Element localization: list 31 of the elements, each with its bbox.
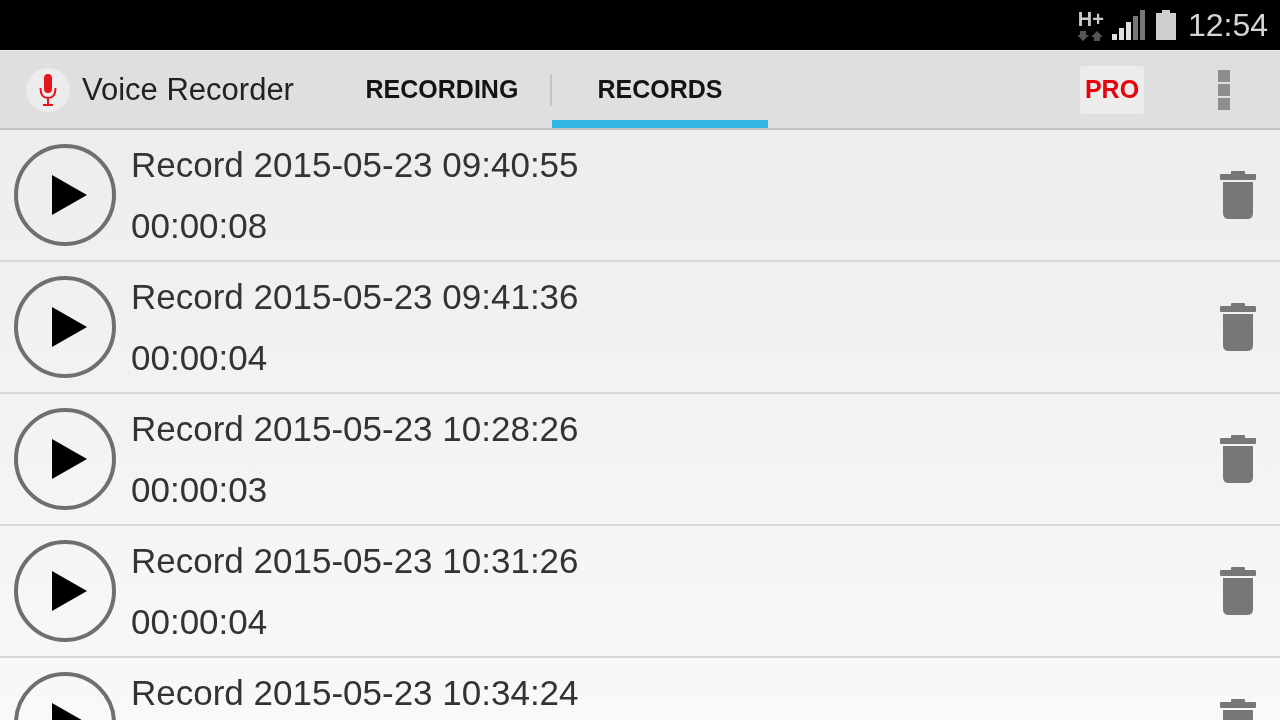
trash-icon[interactable] — [1220, 435, 1256, 483]
signal-icon — [1111, 10, 1146, 40]
play-button[interactable] — [14, 276, 116, 378]
trash-icon[interactable] — [1220, 567, 1256, 615]
record-name: Record 2015-05-23 10:31:26 — [131, 540, 579, 582]
play-icon — [51, 571, 87, 611]
play-button[interactable] — [14, 540, 116, 642]
record-duration: 00:00:04 — [131, 601, 268, 643]
play-icon — [51, 307, 87, 347]
play-button[interactable] — [14, 144, 116, 246]
play-icon — [51, 439, 87, 479]
network-type: H+ — [1077, 9, 1104, 29]
app-title: Voice Recorder — [82, 71, 294, 108]
play-button[interactable] — [14, 408, 116, 510]
battery-icon — [1155, 10, 1176, 40]
trash-icon[interactable] — [1220, 171, 1256, 219]
record-duration: 00:00:03 — [131, 469, 268, 511]
microphone-icon — [26, 67, 70, 112]
pro-button[interactable]: PRO — [1080, 65, 1144, 114]
record-name: Record 2015-05-23 10:28:26 — [131, 408, 579, 450]
overflow-menu-icon[interactable] — [1218, 69, 1230, 110]
record-duration: 00:00:04 — [131, 337, 268, 379]
record-duration: 00:00:08 — [131, 205, 268, 247]
record-name: Record 2015-05-23 10:34:24 — [131, 672, 579, 714]
trash-icon[interactable] — [1220, 303, 1256, 351]
tab[interactable]: RECORDING — [333, 51, 550, 128]
play-icon — [51, 175, 87, 215]
clock-time: 12:54 — [1187, 9, 1268, 41]
record-name: Record 2015-05-23 09:40:55 — [131, 144, 579, 186]
record-name: Record 2015-05-23 09:41:36 — [131, 276, 579, 318]
data-arrows-icon — [1077, 31, 1102, 41]
